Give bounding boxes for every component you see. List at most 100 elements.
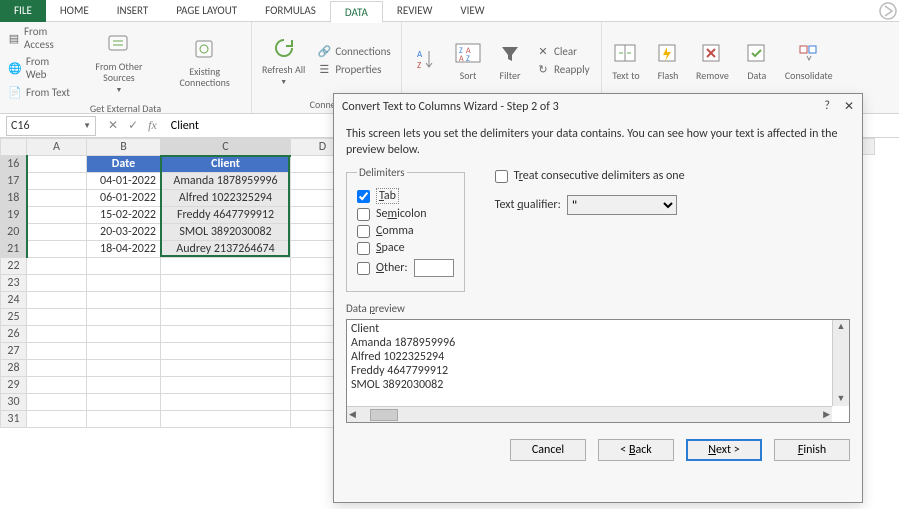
preview-hscroll[interactable]: ◀▶ <box>347 406 832 422</box>
chevron-down-icon: ▼ <box>83 121 91 131</box>
row-header[interactable]: 29 <box>1 377 27 394</box>
delimiter-space-checkbox[interactable]: Space <box>357 241 454 255</box>
text-to-columns-button[interactable]: Text to <box>608 24 644 96</box>
svg-text:Z: Z <box>466 54 470 64</box>
delimiter-comma-checkbox[interactable]: Comma <box>357 224 454 238</box>
col-header-a[interactable]: A <box>27 139 87 156</box>
filter-button[interactable]: Filter <box>492 24 528 96</box>
row-header[interactable]: 18 <box>1 190 27 207</box>
properties-button[interactable]: ☰Properties <box>315 61 392 77</box>
row-header[interactable]: 21 <box>1 241 27 258</box>
remove-icon <box>698 40 726 68</box>
cell[interactable]: 04-01-2022 <box>87 173 161 190</box>
group-label-get-data: Get External Data <box>6 100 245 114</box>
data-validation-button[interactable]: Data <box>739 24 775 96</box>
from-text-button[interactable]: 📄From Text <box>6 84 74 100</box>
tab-file[interactable]: FILE <box>0 0 46 22</box>
dialog-description: This screen lets you set the delimiters … <box>334 119 862 162</box>
row-header[interactable]: 27 <box>1 343 27 360</box>
delimiter-tab-checkbox[interactable]: TTabab <box>357 188 454 204</box>
clear-filter-button[interactable]: ✕Clear <box>534 43 592 59</box>
data-preview: ClientAmanda 1878959996Alfred 1022325294… <box>346 319 850 423</box>
text-qualifier-label: Text qualifier: <box>495 198 561 212</box>
close-icon[interactable]: ✕ <box>844 99 854 114</box>
tab-insert[interactable]: INSERT <box>103 0 163 22</box>
consolidate-icon <box>795 40 823 68</box>
row-header[interactable]: 28 <box>1 360 27 377</box>
delimiter-other-checkbox[interactable]: Other: <box>357 261 408 275</box>
refresh-icon <box>270 34 298 62</box>
cell[interactable]: Client <box>161 156 291 173</box>
preview-vscroll[interactable]: ▲▼ <box>832 320 849 406</box>
text-qualifier-select[interactable]: " <box>567 195 677 215</box>
name-box[interactable]: C16▼ <box>6 116 96 136</box>
help-icon[interactable]: ? <box>824 99 830 114</box>
web-icon: 🌐 <box>8 61 22 75</box>
from-access-button[interactable]: ▤From Access <box>6 24 74 52</box>
back-button[interactable]: < Back <box>598 439 674 461</box>
select-all-corner[interactable] <box>1 139 27 156</box>
text-icon: 📄 <box>8 85 22 99</box>
col-header-b[interactable]: B <box>87 139 161 156</box>
col-header-c[interactable]: C <box>161 139 291 156</box>
tab-data[interactable]: DATA <box>330 1 383 23</box>
accept-formula-icon[interactable]: ✓ <box>128 118 138 133</box>
cell[interactable]: Audrey 2137264674 <box>161 241 291 258</box>
clear-icon: ✕ <box>536 44 550 58</box>
row-header[interactable]: 20 <box>1 224 27 241</box>
row-header[interactable]: 30 <box>1 394 27 411</box>
reapply-button[interactable]: ↻Reapply <box>534 61 592 77</box>
tab-home[interactable]: HOME <box>46 0 103 22</box>
cell[interactable]: 15-02-2022 <box>87 207 161 224</box>
sort-asc-button[interactable]: AZ <box>408 24 444 96</box>
sources-icon <box>105 31 133 59</box>
refresh-all-button[interactable]: Refresh All▼ <box>258 24 309 96</box>
cancel-button[interactable]: Cancel <box>510 439 586 461</box>
filter-icon <box>496 40 524 68</box>
delimiter-other-input[interactable] <box>414 259 454 277</box>
flash-icon <box>654 40 682 68</box>
from-other-sources-button[interactable]: From Other Sources▼ <box>80 24 159 100</box>
row-header[interactable]: 17 <box>1 173 27 190</box>
cell[interactable]: Date <box>87 156 161 173</box>
next-button[interactable]: Next > <box>686 439 762 461</box>
cell[interactable]: Alfred 1022325294 <box>161 190 291 207</box>
row-header[interactable]: 23 <box>1 275 27 292</box>
flash-fill-button[interactable]: Flash <box>650 24 686 96</box>
cell[interactable]: Amanda 1878959996 <box>161 173 291 190</box>
svg-text:A: A <box>459 54 464 64</box>
from-web-button[interactable]: 🌐From Web <box>6 54 74 82</box>
row-header[interactable]: 26 <box>1 326 27 343</box>
tab-formulas[interactable]: FORMULAS <box>251 0 330 22</box>
treat-consecutive-checkbox[interactable]: Treat consecutive delimiters as one <box>495 169 685 183</box>
consolidate-button[interactable]: Consolidate <box>781 24 837 96</box>
existing-connections-button[interactable]: Existing Connections <box>164 24 245 100</box>
cell[interactable]: 18-04-2022 <box>87 241 161 258</box>
cell[interactable]: 20-03-2022 <box>87 224 161 241</box>
sort-asc-icon: AZ <box>412 46 440 74</box>
row-header[interactable]: 25 <box>1 309 27 326</box>
tab-review[interactable]: REVIEW <box>383 0 447 22</box>
connections-button[interactable]: 🔗Connections <box>315 43 392 59</box>
sort-button[interactable]: ZAAZ Sort <box>450 24 486 96</box>
cell[interactable]: 06-01-2022 <box>87 190 161 207</box>
svg-text:A: A <box>417 49 423 60</box>
data-preview-label: Data preview <box>334 296 862 315</box>
remove-duplicates-button[interactable]: Remove <box>692 24 733 96</box>
row-header[interactable]: 19 <box>1 207 27 224</box>
row-header[interactable]: 31 <box>1 411 27 428</box>
row-header[interactable]: 16 <box>1 156 27 173</box>
cell[interactable]: Freddy 4647799912 <box>161 207 291 224</box>
fx-icon[interactable]: fx <box>148 118 157 133</box>
delimiter-semicolon-checkbox[interactable]: Semicolon <box>357 207 454 221</box>
connections-icon: 🔗 <box>317 44 331 58</box>
text-to-columns-icon <box>612 40 640 68</box>
finish-button[interactable]: Finish <box>774 439 850 461</box>
app-logo-icon <box>877 0 899 22</box>
row-header[interactable]: 22 <box>1 258 27 275</box>
row-header[interactable]: 24 <box>1 292 27 309</box>
tab-view[interactable]: VIEW <box>446 0 498 22</box>
tab-page-layout[interactable]: PAGE LAYOUT <box>162 0 251 22</box>
cancel-formula-icon[interactable]: ✕ <box>108 118 118 133</box>
cell[interactable]: SMOL 3892030082 <box>161 224 291 241</box>
